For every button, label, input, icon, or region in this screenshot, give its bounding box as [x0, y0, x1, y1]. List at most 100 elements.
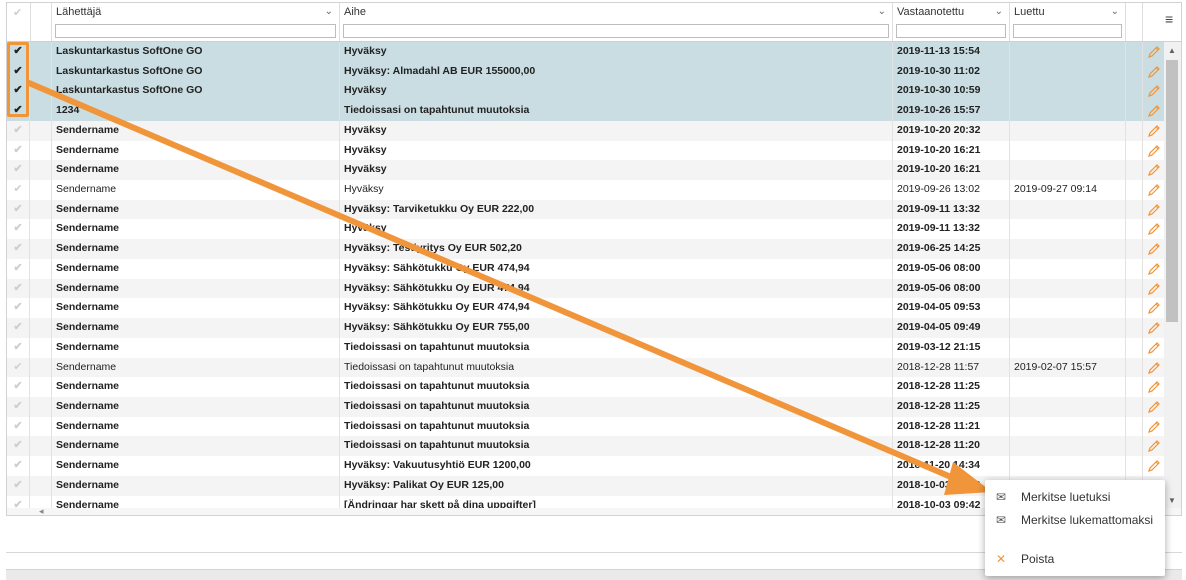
grid-header: ✔ Lähettäjä ⌄ Aihe ⌄ Vastaanotettu ⌄ Lue…	[7, 3, 1181, 42]
received-filter-input[interactable]	[896, 24, 1006, 38]
table-row[interactable]: ✔ Sendername Hyväksy 2019-10-20 16:21	[7, 140, 1164, 161]
cell-read	[1010, 140, 1126, 161]
table-row[interactable]: ✔ Sendername Hyväksy 2019-09-26 13:02 2019-0…	[7, 180, 1164, 200]
vertical-scrollbar[interactable]: ▲ ▼	[1164, 42, 1181, 508]
row-check-icon[interactable]: ✔	[7, 377, 30, 397]
row-check-icon[interactable]: ✔	[7, 436, 30, 457]
table-row[interactable]: ✔ Sendername Hyväksy: Sähkötukku Oy EUR 47…	[7, 298, 1164, 319]
table-row[interactable]: ✔ Sendername Tiedoissasi on tapahtunut muu…	[7, 357, 1164, 378]
chevron-down-icon[interactable]: ⌄	[1111, 6, 1119, 17]
select-all-check-icon[interactable]: ✔	[13, 6, 22, 19]
table-row[interactable]: ✔ Sendername Hyväksy: Testiyritys Oy EUR 5…	[7, 239, 1164, 259]
table-row[interactable]: ✔ 1234 Tiedoissasi on tapahtunut muutoksia…	[7, 101, 1164, 121]
row-check-icon[interactable]: ✔	[7, 456, 30, 476]
row-check-icon[interactable]: ✔	[7, 239, 30, 259]
pencil-icon[interactable]	[1143, 219, 1164, 239]
table-row[interactable]: ✔ Sendername Hyväksy: Vakuutusyhtiö EUR 12…	[7, 456, 1164, 476]
column-header-subject[interactable]: Aihe ⌄	[340, 3, 893, 41]
cell-subject: Hyväksy: Sähkötukku Oy EUR 755,00	[340, 318, 893, 338]
row-check-icon[interactable]: ✔	[7, 199, 30, 220]
row-check-icon[interactable]: ✔	[7, 337, 30, 358]
pencil-icon[interactable]	[1143, 338, 1164, 358]
pencil-icon[interactable]	[1143, 318, 1164, 338]
pencil-icon[interactable]	[1143, 62, 1164, 82]
row-check-icon[interactable]: ✔	[7, 396, 30, 417]
pencil-icon[interactable]	[1143, 259, 1164, 279]
scroll-left-icon[interactable]: ◂	[39, 506, 44, 515]
cell-read	[1010, 160, 1126, 181]
pencil-icon[interactable]	[1143, 377, 1164, 397]
row-spacer	[30, 278, 52, 299]
table-row[interactable]: ✔ Sendername Hyväksy: Sähkötukku Oy EUR 75…	[7, 318, 1164, 338]
subject-filter-input[interactable]	[343, 24, 889, 38]
row-check-icon[interactable]: ✔	[7, 278, 30, 299]
pencil-icon[interactable]	[1143, 397, 1164, 417]
table-row[interactable]: ✔ Sendername Hyväksy 2019-10-20 20:32	[7, 120, 1164, 141]
row-check-icon[interactable]: ✔	[7, 160, 30, 181]
read-filter-input[interactable]	[1013, 24, 1122, 38]
row-spacer	[30, 416, 52, 437]
column-header-sender[interactable]: Lähettäjä ⌄	[52, 3, 340, 41]
row-check-icon[interactable]: ✔	[7, 357, 30, 378]
table-row[interactable]: ✔ Laskuntarkastus SoftOne GO Hyväksy: Alma…	[7, 61, 1164, 82]
chevron-down-icon[interactable]: ⌄	[995, 6, 1003, 17]
row-check-icon[interactable]: ✔	[7, 258, 30, 279]
cell-read	[1010, 219, 1126, 240]
pencil-icon[interactable]	[1143, 358, 1164, 378]
scrollbar-thumb[interactable]	[1166, 60, 1178, 322]
pencil-icon[interactable]	[1143, 180, 1164, 200]
header-select-all[interactable]: ✔	[7, 3, 31, 41]
cell-sender: Sendername	[52, 475, 340, 496]
scroll-up-icon[interactable]: ▲	[1168, 46, 1176, 55]
pencil-icon[interactable]	[1143, 81, 1164, 101]
column-header-received[interactable]: Vastaanotettu ⌄	[893, 3, 1010, 41]
row-check-icon[interactable]: ✔	[7, 475, 30, 496]
cell-sender: Sendername	[52, 278, 340, 299]
row-check-icon[interactable]: ✔	[7, 140, 30, 161]
cell-subject: Hyväksy	[340, 180, 893, 200]
chevron-down-icon[interactable]: ⌄	[878, 6, 886, 17]
row-check-icon[interactable]: ✔	[7, 219, 30, 240]
row-check-icon[interactable]: ✔	[7, 180, 30, 200]
pencil-icon[interactable]	[1143, 101, 1164, 121]
column-header-read[interactable]: Luettu ⌄	[1010, 3, 1126, 41]
mark-as-read-item[interactable]: ✉ Merkitse luetuksi	[985, 486, 1165, 508]
pencil-icon[interactable]	[1143, 141, 1164, 161]
table-row[interactable]: ✔ Sendername Hyväksy 2019-09-11 13:32	[7, 219, 1164, 240]
row-spacer-right	[1126, 239, 1143, 259]
table-row[interactable]: ✔ Sendername Hyväksy: Sähkötukku Oy EUR 47…	[7, 278, 1164, 299]
table-row[interactable]: ✔ Laskuntarkastus SoftOne GO Hyväksy 2019-1…	[7, 42, 1164, 62]
table-row[interactable]: ✔ Sendername Tiedoissasi on tapahtunut muu…	[7, 396, 1164, 417]
table-row[interactable]: ✔ Sendername Tiedoissasi on tapahtunut muu…	[7, 377, 1164, 397]
pencil-icon[interactable]	[1143, 121, 1164, 141]
row-check-icon[interactable]: ✔	[7, 318, 30, 338]
pencil-icon[interactable]	[1143, 239, 1164, 259]
pencil-icon[interactable]	[1143, 417, 1164, 437]
delete-label: Poista	[1021, 552, 1055, 566]
table-row[interactable]: ✔ Sendername Tiedoissasi on tapahtunut muu…	[7, 416, 1164, 437]
table-row[interactable]: ✔ Sendername Tiedoissasi on tapahtunut muu…	[7, 436, 1164, 457]
pencil-icon[interactable]	[1143, 279, 1164, 299]
scroll-down-icon[interactable]: ▼	[1168, 496, 1176, 505]
row-check-icon[interactable]: ✔	[7, 120, 30, 141]
chevron-down-icon[interactable]: ⌄	[325, 6, 333, 17]
pencil-icon[interactable]	[1143, 298, 1164, 318]
mark-as-unread-item[interactable]: ✉ Merkitse lukemattomaksi	[985, 509, 1165, 531]
table-row[interactable]: ✔ Laskuntarkastus SoftOne GO Hyväksy 2019-1…	[7, 81, 1164, 102]
table-row[interactable]: ✔ Sendername Tiedoissasi on tapahtunut muu…	[7, 337, 1164, 358]
column-menu-icon[interactable]: ≡	[1165, 11, 1173, 27]
pencil-icon[interactable]	[1143, 436, 1164, 456]
pencil-icon[interactable]	[1143, 160, 1164, 180]
table-row[interactable]: ✔ Sendername Hyväksy 2019-10-20 16:21	[7, 160, 1164, 181]
delete-item[interactable]: ✕ Poista	[985, 548, 1165, 570]
cell-received: 2018-12-28 11:57	[893, 357, 1010, 378]
table-row[interactable]: ✔ Sendername Hyväksy: Sähkötukku Oy EUR 47…	[7, 258, 1164, 279]
row-spacer-right	[1126, 436, 1143, 457]
pencil-icon[interactable]	[1143, 200, 1164, 220]
sender-filter-input[interactable]	[55, 24, 336, 38]
pencil-icon[interactable]	[1143, 456, 1164, 476]
pencil-icon[interactable]	[1143, 42, 1164, 62]
table-row[interactable]: ✔ Sendername Hyväksy: Tarviketukku Oy EUR …	[7, 199, 1164, 220]
row-check-icon[interactable]: ✔	[7, 416, 30, 437]
row-check-icon[interactable]: ✔	[7, 298, 30, 319]
